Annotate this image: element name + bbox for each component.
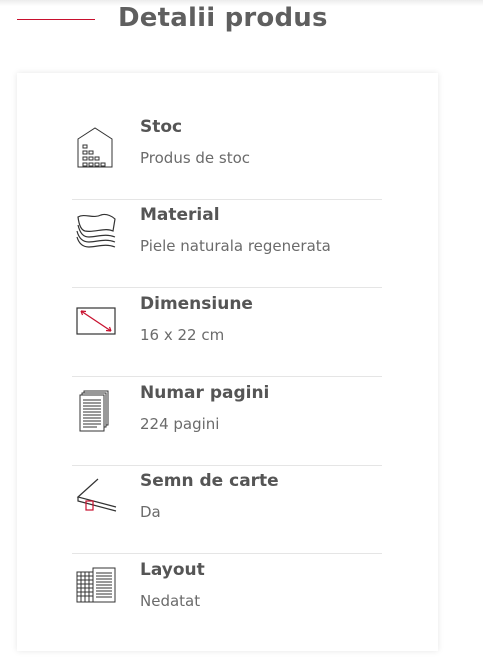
- detail-label: Numar pagini: [140, 383, 270, 403]
- leather-layers-icon: [75, 211, 123, 259]
- detail-label: Dimensiune: [140, 294, 253, 314]
- detail-row-stock: Stoc Produs de stoc: [72, 111, 382, 200]
- product-details-card: Stoc Produs de stoc Material Piele natur…: [17, 73, 438, 651]
- detail-row-layout: Layout Nedatat: [72, 554, 382, 642]
- dimension-rectangle-icon: [75, 300, 123, 348]
- warehouse-icon: [75, 123, 123, 171]
- detail-label: Semn de carte: [140, 471, 279, 491]
- detail-value: 16 x 22 cm: [140, 326, 225, 344]
- detail-value: Da: [140, 503, 161, 521]
- detail-label: Stoc: [140, 117, 183, 137]
- detail-value: Nedatat: [140, 592, 201, 610]
- detail-row-material: Material Piele naturala regenerata: [72, 199, 382, 288]
- section-header: Detalii produs: [0, 0, 483, 44]
- accent-line: [17, 19, 95, 20]
- detail-row-pages: Numar pagini 224 pagini: [72, 377, 382, 466]
- detail-value: 224 pagini: [140, 415, 220, 433]
- detail-label: Material: [140, 205, 220, 225]
- bookmark-ribbon-icon: [74, 477, 122, 525]
- detail-label: Layout: [140, 560, 205, 580]
- pages-icon: [75, 387, 123, 435]
- detail-value: Produs de stoc: [140, 149, 251, 167]
- detail-row-bookmark: Semn de carte Da: [72, 465, 382, 554]
- detail-value: Piele naturala regenerata: [140, 237, 331, 255]
- layout-grid-icon: [75, 566, 123, 614]
- detail-row-dimension: Dimensiune 16 x 22 cm: [72, 288, 382, 377]
- section-title: Detalii produs: [118, 3, 328, 33]
